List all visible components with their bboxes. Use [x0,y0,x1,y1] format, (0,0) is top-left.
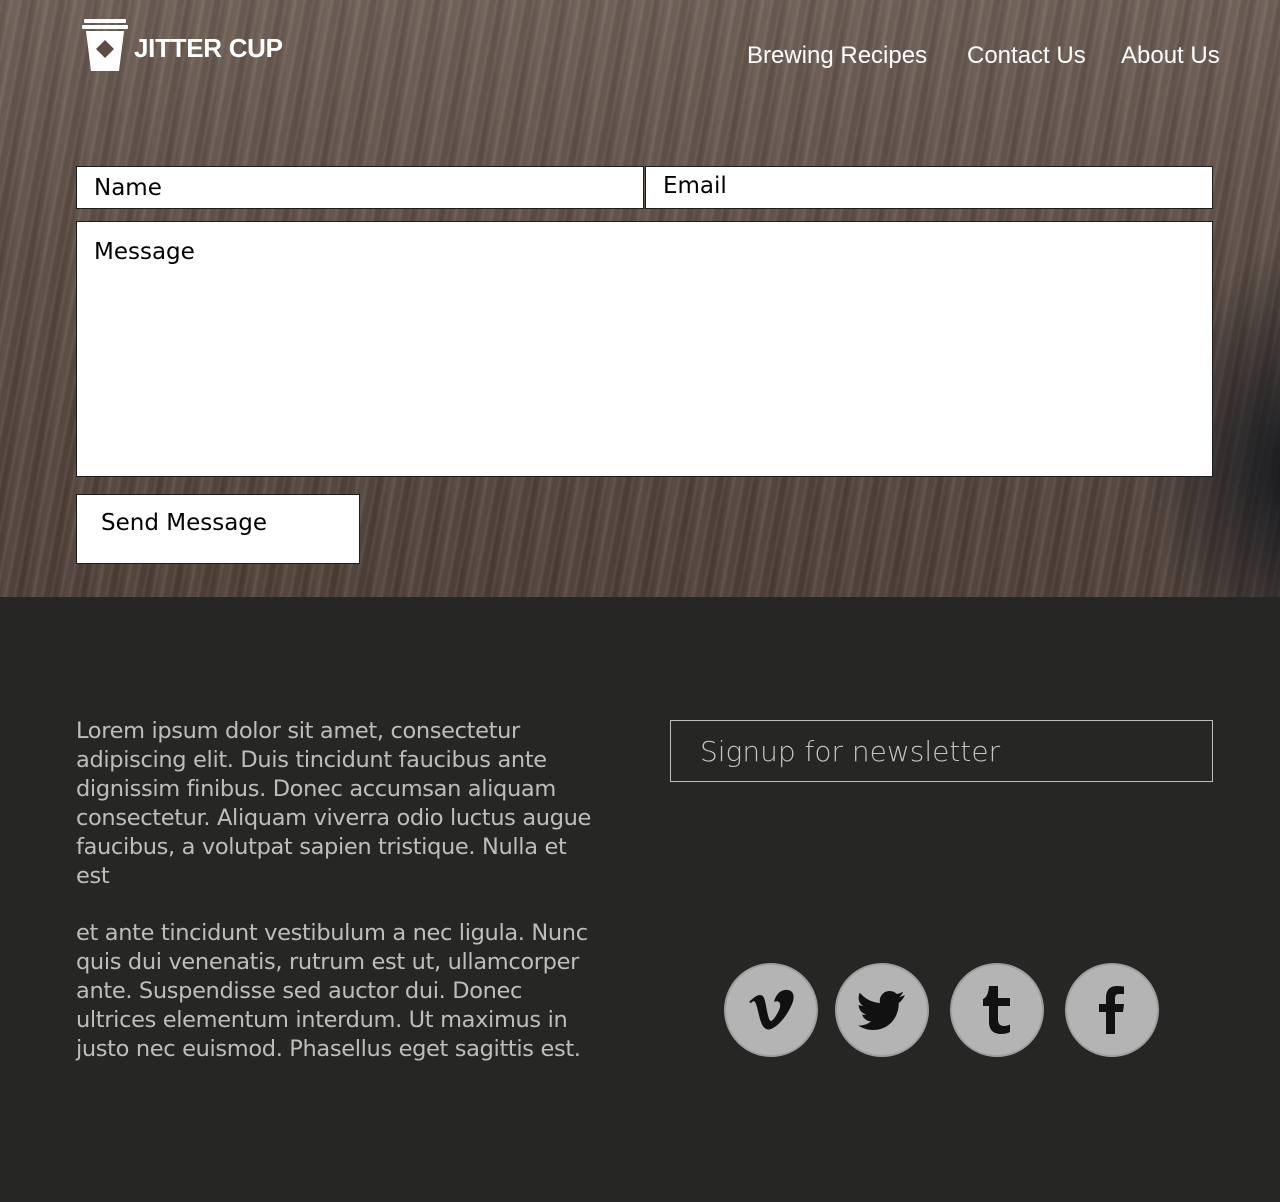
message-field[interactable] [76,221,1213,477]
footer: Lorem ipsum dolor sit amet, consectetur … [0,597,1280,1202]
facebook-icon [1099,986,1124,1034]
email-field[interactable] [645,166,1213,209]
nav-item-brewing-recipes[interactable]: Brewing Recipes [747,42,927,70]
twitter-icon [858,991,905,1030]
twitter-link[interactable] [835,963,929,1057]
main-nav: Brewing Recipes Contact Us About Us [0,42,1280,74]
vimeo-link[interactable] [724,963,818,1057]
tumblr-link[interactable] [950,963,1044,1057]
vimeo-icon [749,989,794,1030]
nav-item-contact-us[interactable]: Contact Us [967,42,1086,70]
footer-paragraph-1: Lorem ipsum dolor sit amet, consectetur … [76,718,592,889]
nav-item-about-us[interactable]: About Us [1121,42,1220,70]
newsletter-signup-input[interactable] [670,720,1213,782]
send-message-button[interactable]: Send Message [76,494,360,564]
tumblr-icon [983,986,1010,1034]
name-field[interactable] [76,166,644,209]
footer-paragraph-2: et ante tincidunt vestibulum a nec ligul… [76,920,588,1062]
facebook-link[interactable] [1065,963,1159,1057]
hero-section: JITTER CUP Brewing Recipes Contact Us Ab… [0,0,1280,597]
